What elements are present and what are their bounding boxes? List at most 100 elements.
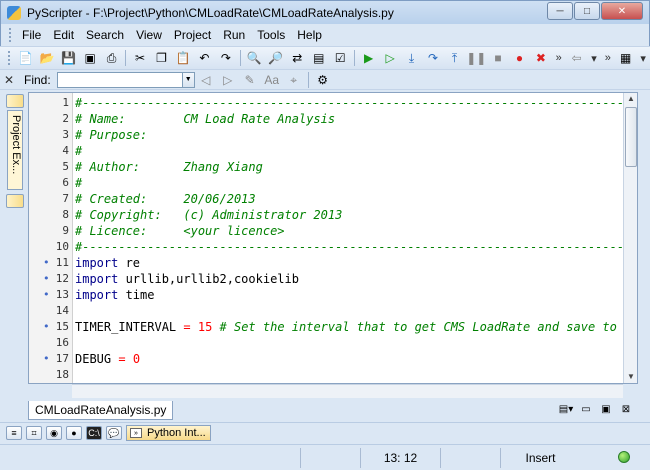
toolbar-grip-icon[interactable] [8,51,11,65]
menu-run[interactable]: Run [217,28,251,42]
replace-icon[interactable]: ⇄ [290,50,305,66]
file-explorer-tab[interactable] [6,94,24,108]
insert-mode: Insert [500,448,580,468]
code-line[interactable]: 10 #-------------------------------------… [29,239,637,255]
save-icon[interactable]: 💾 [61,50,76,66]
code-line[interactable]: • 11 import re [29,255,629,271]
new-file-icon[interactable]: 📄 [18,50,33,66]
find-next-icon[interactable]: ▷ [220,72,236,88]
code-line[interactable]: • 13 import time [29,287,629,303]
tab-close-icon[interactable]: ▣ [598,403,614,417]
undo-icon[interactable]: ↶ [197,50,212,66]
chevron-down-icon[interactable]: ▾ [640,52,646,65]
scrollbar-thumb[interactable] [625,107,637,167]
menu-project[interactable]: Project [168,28,217,42]
toolbar-overflow-icon[interactable]: » [556,52,562,64]
redo-icon[interactable]: ↷ [218,50,233,66]
code-line[interactable]: 18 [29,367,629,383]
code-line[interactable]: 14 [29,303,629,319]
highlight-icon[interactable]: ✎ [242,72,258,88]
maximize-button[interactable]: □ [574,2,600,20]
command-output-icon[interactable]: C:\ [86,425,102,440]
chevron-down-icon[interactable]: ▼ [182,71,195,88]
minimize-button[interactable]: ─ [547,2,573,20]
call-stack-icon[interactable]: ≡ [6,425,22,440]
menu-view[interactable]: View [130,28,168,42]
toolbar-overflow-icon[interactable]: » [605,52,611,64]
menubar-grip-icon[interactable] [9,28,12,42]
close-button[interactable]: ✕ [601,2,643,20]
find-icon[interactable]: 🔍 [247,50,262,66]
menu-search[interactable]: Search [80,28,130,42]
variables-icon[interactable]: ⌗ [26,425,42,440]
code-line[interactable]: • 17 DEBUG = 0 [29,351,629,367]
back-icon[interactable]: ⇦ [569,50,584,66]
messages-icon[interactable]: 💬 [106,425,122,440]
code-line[interactable]: 4 # [29,143,629,159]
run-icon[interactable]: ▶ [361,50,376,66]
step-out-icon[interactable]: ⤒ [447,50,462,66]
toggle-breakpoint-icon[interactable]: ● [512,50,527,66]
clear-breakpoints-icon[interactable]: ✖ [533,50,548,66]
match-case-icon[interactable]: Aa [264,72,280,88]
code-explorer-tab[interactable] [6,194,24,208]
tab-controls: ▤▾ ▭ ▣ ⊠ [554,403,634,417]
toolbar-separator [353,50,355,66]
pause-icon[interactable]: ❚❚ [466,50,486,66]
toggle-comment-icon[interactable]: ▤ [311,50,326,66]
code-line[interactable]: 16 [29,335,629,351]
project-explorer-tab[interactable]: Project Ex... [7,110,23,190]
code-line[interactable]: 1 #--------------------------------------… [29,95,637,111]
python-interpreter-tab[interactable]: » Python Int... [126,424,211,441]
layout-icon[interactable]: ▦ [618,50,633,66]
line-code: # [75,143,82,159]
code-editor[interactable]: 1 #--------------------------------------… [28,92,638,384]
line-code: # [75,175,82,191]
find-in-files-icon[interactable]: 🔎 [268,50,283,66]
horizontal-scrollbar[interactable] [72,384,623,398]
menu-file[interactable]: File [16,28,47,42]
tab-new-icon[interactable]: ▭ [578,403,594,417]
line-number: 5 [62,160,69,173]
scroll-up-icon[interactable]: ▲ [624,93,638,105]
cut-icon[interactable]: ✂ [132,50,147,66]
tab-cmloadrateanalysis[interactable]: CMLoadRateAnalysis.py [28,401,174,420]
step-over-icon[interactable]: ↷ [425,50,440,66]
code-line[interactable]: • 15 TIMER_INTERVAL = 15 # Set the interva… [29,319,629,335]
find-options-icon[interactable]: ⚙ [315,72,331,88]
code-line[interactable]: 7 # Created: 20/06/2013 [29,191,629,207]
find-previous-icon[interactable]: ◁ [198,72,214,88]
stop-icon[interactable]: ■ [490,50,505,66]
menu-tools[interactable]: Tools [251,28,291,42]
tab-list-icon[interactable]: ▤▾ [558,403,574,417]
code-line[interactable]: 5 # Author: Zhang Xiang [29,159,629,175]
watches-icon[interactable]: ◉ [46,425,62,440]
scroll-down-icon[interactable]: ▼ [624,371,638,383]
code-line[interactable]: • 12 import urllib,urllib2,cookielib [29,271,629,287]
chevron-down-icon[interactable]: ▾ [591,52,597,65]
vertical-scrollbar[interactable]: ▲ ▼ [623,93,637,383]
menu-edit[interactable]: Edit [47,28,80,42]
code-line[interactable]: 8 # Copyright: (c) Administrator 2013 [29,207,629,223]
breakpoints-icon[interactable]: ● [66,425,82,440]
open-file-icon[interactable]: 📂 [39,50,55,66]
whole-word-icon[interactable]: ⌖ [286,72,302,88]
print-icon[interactable]: ⎙ [104,50,119,66]
code-line[interactable]: 6 # [29,175,629,191]
find-input[interactable] [56,71,183,88]
menu-help[interactable]: Help [291,28,328,42]
code-line[interactable]: 3 # Purpose: [29,127,629,143]
syntax-check-icon[interactable]: ☑ [332,50,347,66]
step-into-icon[interactable]: ⤓ [404,50,419,66]
code-identifier: TIMER_INTERVAL [75,320,177,334]
code-line[interactable]: 2 # Name: CM Load Rate Analysis [29,111,629,127]
copy-icon[interactable]: ❐ [154,50,169,66]
close-icon[interactable]: ✕ [4,73,18,87]
debug-icon[interactable]: ▷ [382,50,397,66]
paste-icon[interactable]: 📋 [175,50,190,66]
tab-close-all-icon[interactable]: ⊠ [618,403,634,417]
save-all-icon[interactable]: ▣ [82,50,97,66]
find-label: Find: [24,72,51,87]
line-number: 19 [29,383,71,384]
code-line[interactable]: 9 # Licence: <your licence> [29,223,629,239]
